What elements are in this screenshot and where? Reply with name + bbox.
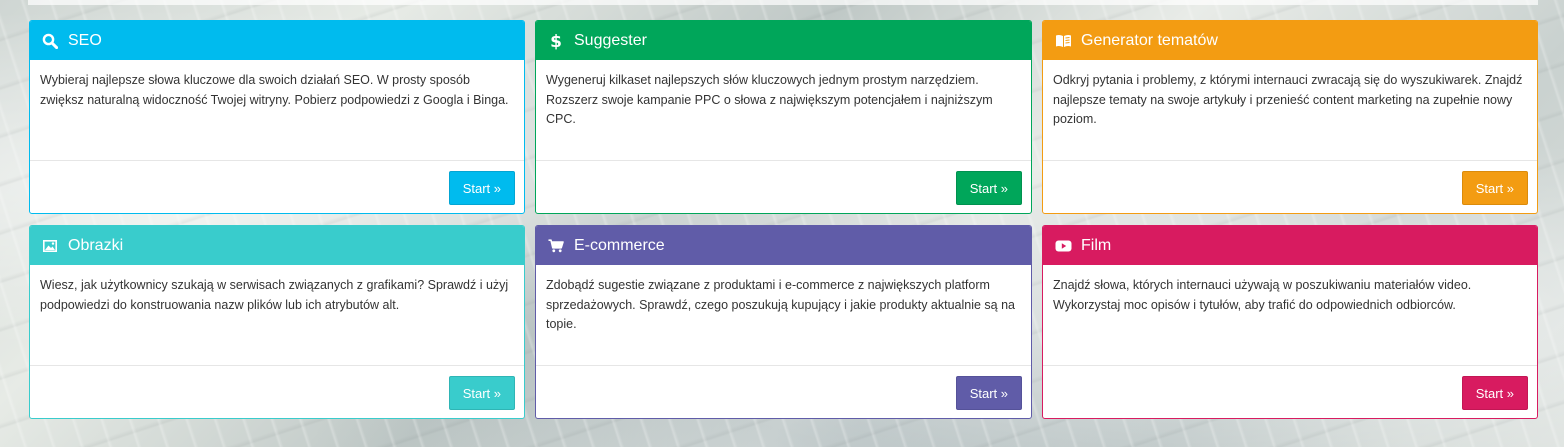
card-description: Wygeneruj kilkaset najlepszych słów kluc… xyxy=(536,60,1031,161)
card-footer: Start » xyxy=(30,161,524,213)
card-header: Obrazki xyxy=(30,226,524,265)
card-title: E-commerce xyxy=(574,236,665,254)
dollar-icon: $ xyxy=(547,32,565,50)
card-title: Film xyxy=(1081,236,1112,254)
card-suggester: $ Suggester Wygeneruj kilkaset najlepszy… xyxy=(535,20,1032,214)
card-description: Zdobądź sugestie związane z produktami i… xyxy=(536,265,1031,366)
card-film: Film Znajdź słowa, których internauci uż… xyxy=(1042,225,1538,419)
card-footer: Start » xyxy=(536,366,1031,418)
card-header: Generator tematów xyxy=(1043,21,1537,60)
card-description: Odkryj pytania i problemy, z którymi int… xyxy=(1043,60,1537,161)
start-button-generator[interactable]: Start » xyxy=(1461,171,1528,205)
image-icon xyxy=(41,237,59,255)
card-ecommerce: E-commerce Zdobądź sugestie związane z p… xyxy=(535,225,1032,419)
card-footer: Start » xyxy=(536,161,1031,213)
card-footer: Start » xyxy=(30,366,524,418)
start-button-film[interactable]: Start » xyxy=(1461,376,1528,410)
card-title: Generator tematów xyxy=(1081,31,1218,49)
card-title: Suggester xyxy=(574,31,647,49)
search-icon xyxy=(41,32,59,50)
card-footer: Start » xyxy=(1043,161,1537,213)
book-icon xyxy=(1054,32,1072,50)
youtube-icon xyxy=(1054,237,1072,255)
start-button-seo[interactable]: Start » xyxy=(448,171,515,205)
tools-grid: SEO Wybieraj najlepsze słowa kluczowe dl… xyxy=(29,20,1538,419)
svg-text:$: $ xyxy=(550,32,562,50)
card-header: SEO xyxy=(30,21,524,60)
card-description: Znajdź słowa, których internauci używają… xyxy=(1043,265,1537,366)
card-description: Wiesz, jak użytkownicy szukają w serwisa… xyxy=(30,265,524,366)
card-title: SEO xyxy=(68,31,102,49)
card-title: Obrazki xyxy=(68,236,124,254)
card-header: Film xyxy=(1043,226,1537,265)
card-footer: Start » xyxy=(1043,366,1537,418)
cart-icon xyxy=(547,237,565,255)
card-seo: SEO Wybieraj najlepsze słowa kluczowe dl… xyxy=(29,20,525,214)
card-header: E-commerce xyxy=(536,226,1031,265)
card-generator-tematow: Generator tematów Odkryj pytania i probl… xyxy=(1042,20,1538,214)
card-header: $ Suggester xyxy=(536,21,1031,60)
top-panel-edge xyxy=(28,0,1538,5)
start-button-obrazki[interactable]: Start » xyxy=(448,376,515,410)
start-button-suggester[interactable]: Start » xyxy=(955,171,1022,205)
card-obrazki: Obrazki Wiesz, jak użytkownicy szukają w… xyxy=(29,225,525,419)
start-button-ecommerce[interactable]: Start » xyxy=(955,376,1022,410)
card-description: Wybieraj najlepsze słowa kluczowe dla sw… xyxy=(30,60,524,161)
